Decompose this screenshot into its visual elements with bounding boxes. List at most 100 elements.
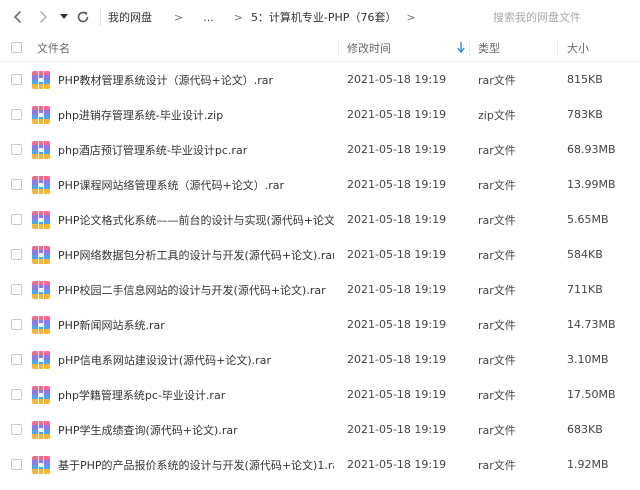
file-row[interactable]: php学籍管理系统pc-毕业设计.rar 2021-05-18 19:19 ra… [0, 377, 640, 412]
file-row[interactable]: php进销存管理系统-毕业设计.zip 2021-05-18 19:19 zip… [0, 97, 640, 132]
row-checkbox[interactable] [11, 144, 22, 155]
file-size: 17.50MB [567, 388, 616, 401]
file-name[interactable]: PHP校园二手信息网站的设计与开发(源代码+论文).rar [58, 272, 334, 307]
row-checkbox[interactable] [11, 389, 22, 400]
row-checkbox[interactable] [11, 319, 22, 330]
file-modified-time: 2021-05-18 19:19 [347, 353, 447, 366]
file-name[interactable]: PHP新闻网站系统.rar [58, 307, 334, 342]
forward-button[interactable] [34, 7, 52, 27]
row-checkbox-cell [11, 132, 22, 167]
breadcrumb-separator: > [174, 10, 184, 24]
file-icon-cell [32, 447, 50, 482]
column-divider [557, 39, 558, 56]
select-all-checkbox[interactable] [11, 42, 22, 53]
file-modified-time: 2021-05-18 19:19 [347, 458, 447, 471]
row-checkbox[interactable] [11, 214, 22, 225]
file-row[interactable]: PHP学生成绩查询(源代码+论文).rar 2021-05-18 19:19 r… [0, 412, 640, 447]
row-checkbox-cell [11, 167, 22, 202]
file-name[interactable]: PHP论文格式化系统——前台的设计与实现(源代码+论文... [58, 202, 334, 237]
file-type: rar文件 [478, 283, 516, 297]
file-name[interactable]: PHP网络数据包分析工具的设计与开发(源代码+论文).rar [58, 237, 334, 272]
refresh-icon [77, 11, 89, 23]
column-header-size[interactable]: 大小 [567, 34, 589, 61]
file-icon-cell [32, 272, 50, 307]
file-name[interactable]: 基于PHP的产品报价系统的设计与开发(源代码+论文)1.rar [58, 447, 334, 482]
file-type: rar文件 [478, 73, 516, 87]
rar-archive-icon [32, 210, 50, 229]
column-header-name[interactable]: 文件名 [37, 34, 70, 61]
file-modified-time: 2021-05-18 19:19 [347, 423, 447, 436]
file-name[interactable]: php进销存管理系统-毕业设计.zip [58, 97, 334, 132]
breadcrumb-item-ellipsis[interactable]: ... [203, 11, 214, 24]
history-dropdown-button[interactable] [57, 7, 71, 27]
row-checkbox[interactable] [11, 179, 22, 190]
search-box [478, 4, 635, 30]
file-name[interactable]: php学籍管理系统pc-毕业设计.rar [58, 377, 334, 412]
file-modified-time: 2021-05-18 19:19 [347, 73, 447, 86]
row-checkbox[interactable] [11, 284, 22, 295]
column-header-modified[interactable]: 修改时间 [347, 34, 391, 61]
rar-archive-icon [32, 140, 50, 159]
file-row[interactable]: pHP信电系网站建设设计(源代码+论文).rar 2021-05-18 19:1… [0, 342, 640, 377]
chevron-left-icon [13, 10, 22, 24]
breadcrumb-separator: > [406, 10, 416, 24]
file-type: rar文件 [478, 353, 516, 367]
row-checkbox-cell [11, 272, 22, 307]
row-checkbox-cell [11, 307, 22, 342]
file-icon-cell [32, 202, 50, 237]
row-checkbox-cell [11, 412, 22, 447]
file-name[interactable]: pHP信电系网站建设设计(源代码+论文).rar [58, 342, 334, 377]
search-input[interactable] [478, 9, 635, 25]
file-type: rar文件 [478, 458, 516, 472]
row-checkbox-cell [11, 377, 22, 412]
navigation-bar: 我的网盘 > ... > 5：计算机专业-PHP（76套） > [0, 0, 640, 34]
file-type: rar文件 [478, 248, 516, 262]
file-row[interactable]: PHP新闻网站系统.rar 2021-05-18 19:19 rar文件 14.… [0, 307, 640, 342]
row-checkbox-cell [11, 202, 22, 237]
file-size: 3.10MB [567, 353, 609, 366]
file-icon-cell [32, 377, 50, 412]
file-name[interactable]: PHP学生成绩查询(源代码+论文).rar [58, 412, 334, 447]
file-row[interactable]: 基于PHP的产品报价系统的设计与开发(源代码+论文)1.rar 2021-05-… [0, 447, 640, 482]
file-size: 783KB [567, 108, 603, 121]
file-icon-cell [32, 167, 50, 202]
file-name[interactable]: PHP教材管理系统设计（源代码+论文）.rar [58, 62, 334, 97]
row-checkbox[interactable] [11, 354, 22, 365]
row-checkbox-cell [11, 447, 22, 482]
breadcrumb-item-my-drive[interactable]: 我的网盘 [108, 9, 152, 25]
back-button[interactable] [9, 7, 27, 27]
breadcrumb-item-current-folder[interactable]: 5：计算机专业-PHP（76套） [251, 9, 397, 25]
row-checkbox-cell [11, 237, 22, 272]
divider [100, 8, 101, 26]
file-modified-time: 2021-05-18 19:19 [347, 283, 447, 296]
file-modified-time: 2021-05-18 19:19 [347, 178, 447, 191]
row-checkbox[interactable] [11, 459, 22, 470]
file-type: rar文件 [478, 318, 516, 332]
breadcrumb: 我的网盘 > ... > 5：计算机专业-PHP（76套） > [108, 0, 416, 34]
row-checkbox[interactable] [11, 249, 22, 260]
row-checkbox[interactable] [11, 109, 22, 120]
file-modified-time: 2021-05-18 19:19 [347, 143, 447, 156]
file-type: zip文件 [478, 108, 516, 122]
file-row[interactable]: PHP课程网站络管理系统（源代码+论文）.rar 2021-05-18 19:1… [0, 167, 640, 202]
file-row[interactable]: php酒店预订管理系统-毕业设计pc.rar 2021-05-18 19:19 … [0, 132, 640, 167]
breadcrumb-separator: > [233, 10, 243, 24]
file-row[interactable]: PHP论文格式化系统——前台的设计与实现(源代码+论文... 2021-05-1… [0, 202, 640, 237]
sort-descending-icon[interactable] [457, 34, 465, 61]
file-row[interactable]: PHP教材管理系统设计（源代码+论文）.rar 2021-05-18 19:19… [0, 62, 640, 97]
rar-archive-icon [32, 175, 50, 194]
file-name[interactable]: php酒店预订管理系统-毕业设计pc.rar [58, 132, 334, 167]
file-row[interactable]: PHP网络数据包分析工具的设计与开发(源代码+论文).rar 2021-05-1… [0, 237, 640, 272]
row-checkbox[interactable] [11, 74, 22, 85]
file-size: 711KB [567, 283, 603, 296]
column-header-type[interactable]: 类型 [478, 34, 500, 61]
file-size: 14.73MB [567, 318, 616, 331]
file-name[interactable]: PHP课程网站络管理系统（源代码+论文）.rar [58, 167, 334, 202]
column-divider [338, 39, 339, 56]
column-divider [469, 39, 470, 56]
file-size: 683KB [567, 423, 603, 436]
file-type: rar文件 [478, 423, 516, 437]
refresh-button[interactable] [74, 7, 92, 27]
row-checkbox[interactable] [11, 424, 22, 435]
file-row[interactable]: PHP校园二手信息网站的设计与开发(源代码+论文).rar 2021-05-18… [0, 272, 640, 307]
